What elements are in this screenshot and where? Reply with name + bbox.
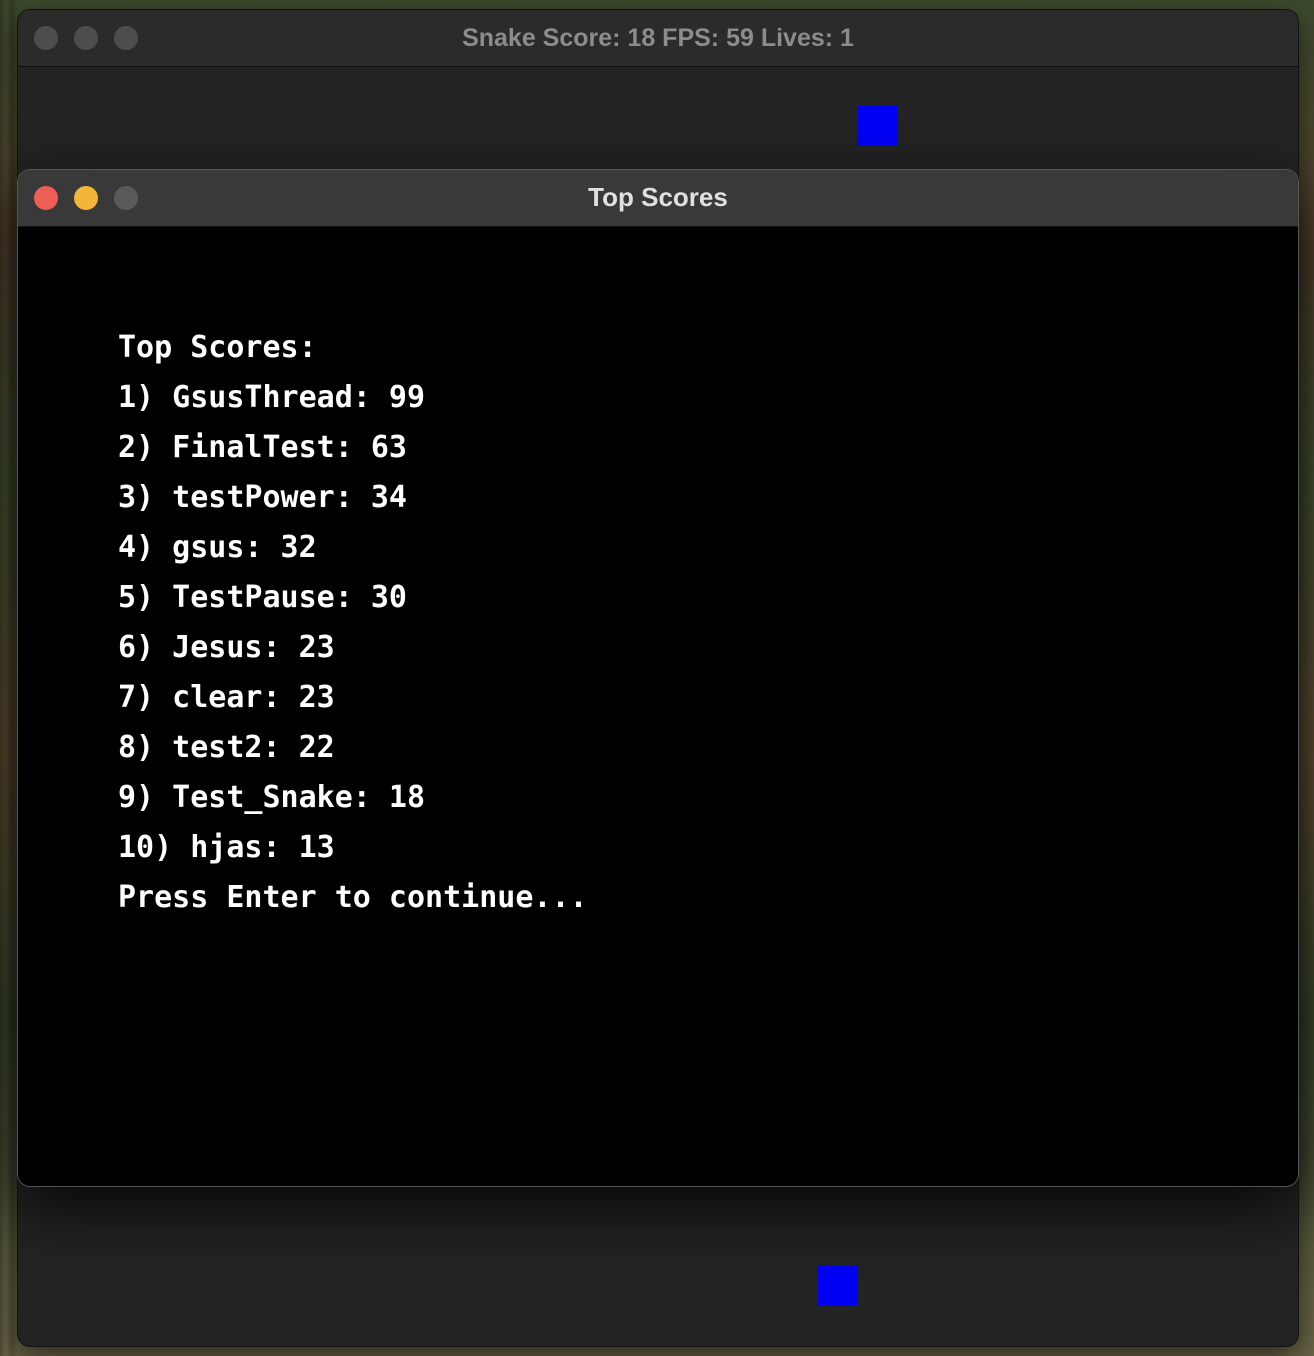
game-titlebar[interactable]: Snake Score: 18 FPS: 59 Lives: 1: [18, 10, 1298, 67]
score-entry: 10) hjas: 13: [118, 830, 335, 865]
scores-window-title: Top Scores: [588, 182, 728, 212]
snake-food-block: [818, 1266, 858, 1306]
score-entry: 9) Test_Snake: 18: [118, 780, 426, 815]
score-entry: 3) testPower: 34: [118, 480, 407, 515]
scores-heading: Top Scores:: [118, 330, 317, 365]
continue-prompt: Press Enter to continue...: [118, 880, 588, 915]
score-entry: 5) TestPause: 30: [118, 580, 407, 615]
top-scores-window: Top Scores Top Scores: 1) GsusThread: 99…: [18, 170, 1298, 1186]
score-entry: 6) Jesus: 23: [118, 630, 335, 665]
game-window-title: Snake Score: 18 FPS: 59 Lives: 1: [462, 24, 854, 52]
score-entry: 4) gsus: 32: [118, 530, 317, 565]
score-entry: 2) FinalTest: 63: [118, 430, 407, 465]
score-entry: 8) test2: 22: [118, 730, 335, 765]
score-entry: 7) clear: 23: [118, 680, 335, 715]
scores-list: Top Scores: 1) GsusThread: 99 2) FinalTe…: [118, 328, 588, 928]
snake-food-block: [858, 106, 898, 146]
score-entry: 1) GsusThread: 99: [118, 380, 426, 415]
scores-titlebar[interactable]: Top Scores: [18, 170, 1298, 227]
